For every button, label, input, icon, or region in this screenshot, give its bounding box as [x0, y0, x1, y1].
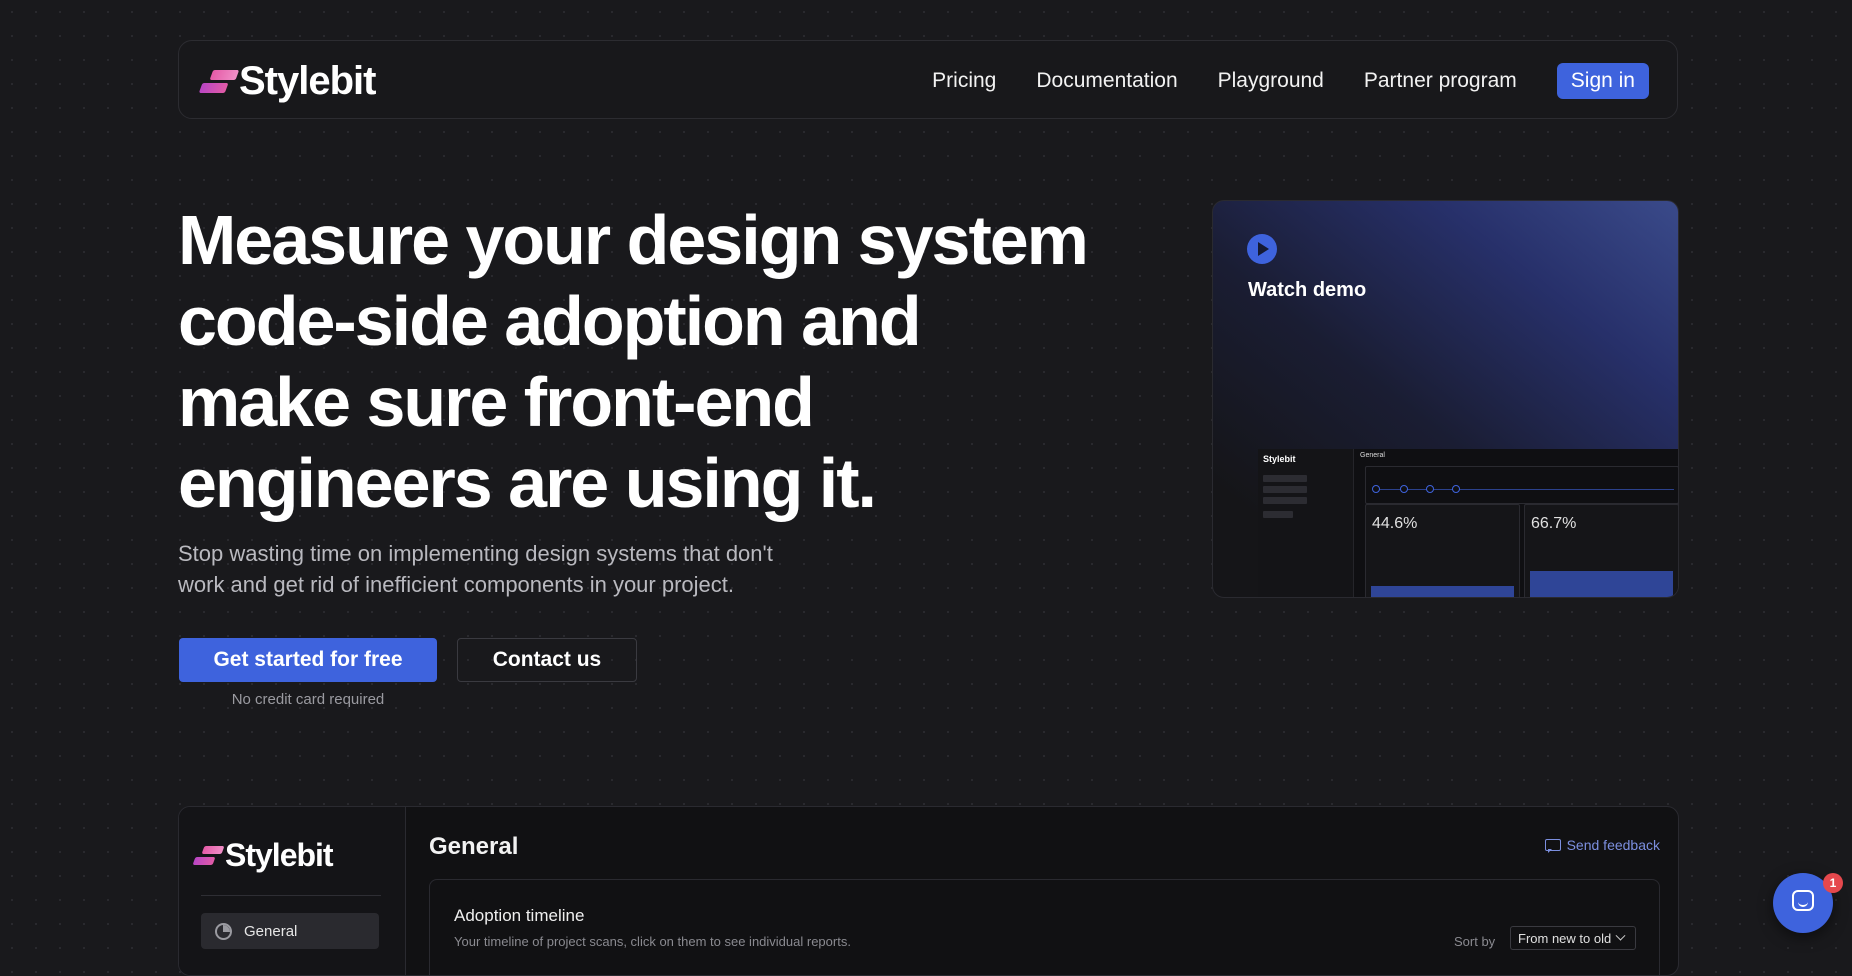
play-icon[interactable]	[1247, 234, 1277, 264]
dashboard-sidebar: Stylebit General	[179, 807, 406, 975]
nav-links: Pricing Documentation Playground Partner…	[932, 41, 1649, 120]
panel-title: Adoption timeline	[454, 906, 585, 925]
message-icon	[1544, 839, 1561, 853]
hero-headline: Measure your design system code-side ado…	[178, 201, 1089, 522]
chevron-down-icon	[1615, 930, 1626, 941]
brand-logo[interactable]: Stylebit	[198, 59, 376, 104]
preview-stat-value: 44.6%	[1372, 515, 1418, 532]
top-navbar: Stylebit Pricing Documentation Playgroun…	[178, 40, 1678, 119]
preview-sidebar: Stylebit	[1258, 449, 1354, 597]
panel-subtitle: Your timeline of project scans, click on…	[454, 934, 851, 949]
get-started-button[interactable]: Get started for free	[179, 638, 437, 682]
sort-select[interactable]: From new to old	[1510, 926, 1636, 950]
sidebar-item-general[interactable]: General	[201, 913, 379, 949]
dashboard-brand-name: Stylebit	[225, 837, 334, 873]
preview-nav-item	[1263, 475, 1307, 482]
dashboard-title: General	[429, 833, 519, 860]
preview-stat-card: 66.7%	[1524, 504, 1678, 597]
sort-by-label: Sort by	[1454, 934, 1496, 949]
watch-demo-label: Watch demo	[1248, 279, 1367, 301]
send-feedback-label: Send feedback	[1566, 837, 1660, 853]
sidebar-item-label: General	[244, 922, 298, 940]
adoption-timeline-panel: Adoption timeline Your timeline of proje…	[429, 879, 1660, 975]
contact-us-button[interactable]: Contact us	[457, 638, 637, 682]
preview-stat-value: 66.7%	[1531, 515, 1577, 532]
sort-select-value: From new to old	[1518, 930, 1612, 946]
dashboard-logo: Stylebit	[192, 837, 334, 874]
no-credit-card-note: No credit card required	[231, 691, 385, 708]
watch-demo-card[interactable]: Watch demo Stylebit General 44.6% 66.7%	[1212, 200, 1679, 598]
preview-timeline	[1365, 466, 1678, 504]
preview-title: General	[1360, 452, 1385, 459]
preview-nav-item	[1263, 497, 1307, 504]
preview-nav-item	[1263, 486, 1307, 493]
dashboard-preview: Stylebit General General Send feedback A…	[178, 806, 1679, 976]
preview-timeline-dot	[1400, 485, 1408, 493]
nav-link-documentation[interactable]: Documentation	[1036, 69, 1177, 93]
preview-nav-item	[1263, 511, 1293, 518]
notification-badge: 1	[1823, 873, 1843, 893]
nav-link-pricing[interactable]: Pricing	[932, 69, 996, 93]
pie-chart-icon	[215, 922, 232, 940]
logo-mark-icon	[198, 70, 240, 93]
nav-link-playground[interactable]: Playground	[1218, 69, 1324, 93]
preview-stat-card: 44.6%	[1365, 504, 1520, 597]
brand-name: Stylebit	[239, 59, 376, 103]
sign-in-button[interactable]: Sign in	[1556, 62, 1649, 99]
preview-stat-bar	[1530, 571, 1673, 597]
sidebar-divider	[201, 895, 381, 896]
chat-icon	[1792, 890, 1814, 911]
preview-stat-bar	[1371, 586, 1514, 597]
nav-link-partner-program[interactable]: Partner program	[1364, 69, 1517, 93]
preview-timeline-dot	[1372, 485, 1380, 493]
send-feedback-link[interactable]: Send feedback	[1544, 837, 1660, 853]
preview-timeline-dot	[1452, 485, 1460, 493]
preview-brand: Stylebit	[1263, 454, 1296, 464]
demo-preview-screenshot: Stylebit General 44.6% 66.7%	[1258, 449, 1678, 597]
preview-timeline-dot	[1426, 485, 1434, 493]
preview-timeline-line	[1374, 489, 1674, 490]
logo-mark-icon	[192, 846, 225, 865]
hero-subline: Stop wasting time on implementing design…	[178, 541, 773, 597]
